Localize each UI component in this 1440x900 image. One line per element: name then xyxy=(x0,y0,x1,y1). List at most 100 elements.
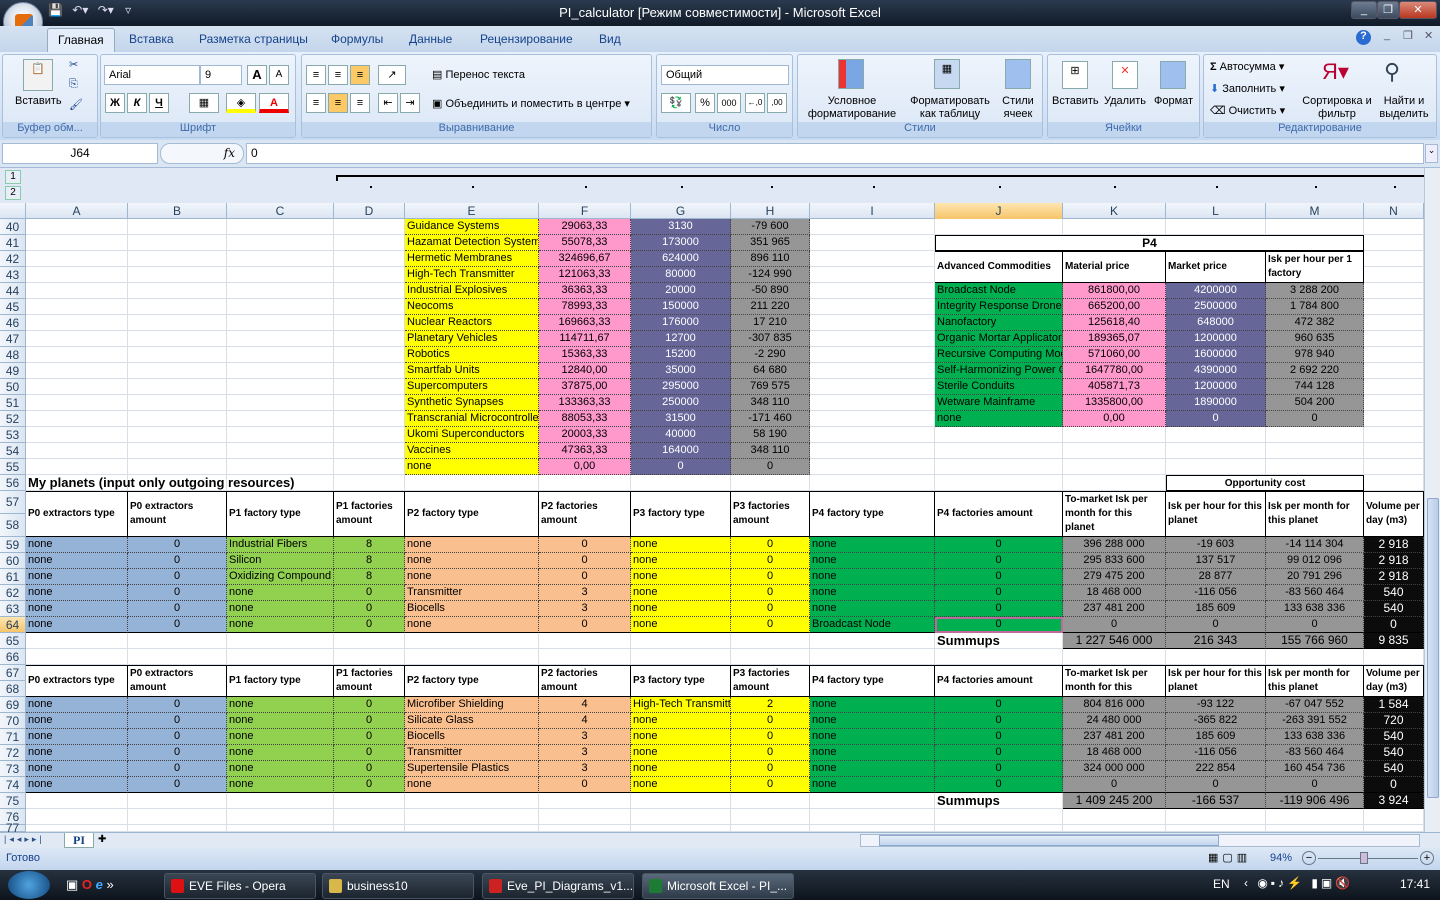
planet-header[interactable]: P3 factories amount xyxy=(731,491,810,537)
grid-cell[interactable] xyxy=(810,299,935,315)
grid-cell[interactable] xyxy=(227,283,334,299)
p4-header[interactable]: Material price xyxy=(1063,251,1166,283)
font-color-icon[interactable]: A xyxy=(259,93,289,113)
decrease-indent-icon[interactable]: ⇤ xyxy=(378,93,398,113)
top-table-cell[interactable]: -50 890 xyxy=(731,283,810,299)
font-name-select[interactable]: Arial xyxy=(104,65,200,85)
planet-cell[interactable]: 0 xyxy=(1364,617,1424,633)
grid-cell[interactable] xyxy=(334,331,405,347)
top-table-cell[interactable]: Synthetic Synapses xyxy=(405,395,539,411)
planet-header[interactable]: P0 extractors type xyxy=(26,665,128,697)
tab-data[interactable]: Данные xyxy=(409,32,452,46)
planet-cell[interactable]: 2 xyxy=(731,697,810,713)
planet-cell[interactable]: 0 xyxy=(334,617,405,633)
planet-cell[interactable]: 0 xyxy=(731,553,810,569)
grid-cell[interactable] xyxy=(539,633,631,649)
p4-cell[interactable]: 1200000 xyxy=(1166,331,1266,347)
planet-cell[interactable]: 0 xyxy=(334,761,405,777)
grid-cell[interactable] xyxy=(227,331,334,347)
planet-header[interactable]: P2 factory type xyxy=(405,665,539,697)
p4-cell[interactable]: 1647780,00 xyxy=(1063,363,1166,379)
row-header-57[interactable]: 57 xyxy=(0,491,26,514)
close-button[interactable]: ✕ xyxy=(1399,1,1437,19)
grid-cell[interactable] xyxy=(334,649,405,665)
zoom-slider[interactable] xyxy=(1318,858,1418,859)
grid-cell[interactable] xyxy=(1364,427,1424,443)
grid-cell[interactable] xyxy=(227,379,334,395)
grid-cell[interactable] xyxy=(334,219,405,235)
grid-cell[interactable] xyxy=(26,459,128,475)
planet-cell[interactable]: 0 xyxy=(935,745,1063,761)
column-header-h[interactable]: H xyxy=(731,203,810,219)
grid-cell[interactable] xyxy=(810,809,935,825)
p4-cell[interactable]: none xyxy=(935,411,1063,427)
grid-cell[interactable] xyxy=(26,347,128,363)
summups-value[interactable]: -166 537 xyxy=(1166,793,1266,809)
planet-header[interactable]: P1 factory type xyxy=(227,665,334,697)
planet-header[interactable]: P0 extractors amount xyxy=(128,665,227,697)
p4-cell[interactable]: 978 940 xyxy=(1266,347,1364,363)
p4-cell[interactable]: 472 382 xyxy=(1266,315,1364,331)
planet-cell[interactable]: 137 517 xyxy=(1166,553,1266,569)
planet-cell[interactable]: none xyxy=(631,617,731,633)
top-table-cell[interactable]: -171 460 xyxy=(731,411,810,427)
planet-cell[interactable]: 4 xyxy=(539,697,631,713)
grid-cell[interactable] xyxy=(935,219,1063,235)
row-header-64[interactable]: 64 xyxy=(0,617,26,633)
grid-cell[interactable] xyxy=(810,793,935,809)
currency-icon[interactable]: 💱 xyxy=(661,93,691,113)
grid-cell[interactable] xyxy=(26,283,128,299)
planet-cell[interactable]: 540 xyxy=(1364,601,1424,617)
planet-cell[interactable]: 18 468 000 xyxy=(1063,585,1166,601)
grid-cell[interactable] xyxy=(405,809,539,825)
top-table-cell[interactable]: none xyxy=(405,459,539,475)
grid-cell[interactable] xyxy=(1063,443,1166,459)
planet-cell[interactable]: none xyxy=(810,761,935,777)
planet-header[interactable]: Isk per hour for this planet xyxy=(1166,491,1266,537)
grid-cell[interactable] xyxy=(810,633,935,649)
planet-cell[interactable]: -14 114 304 xyxy=(1266,537,1364,553)
p4-cell[interactable]: 861800,00 xyxy=(1063,283,1166,299)
taskbar-item-excel[interactable]: Microsoft Excel - PI_... xyxy=(642,873,794,899)
view-buttons[interactable]: ▦▢▥ xyxy=(1208,851,1258,867)
align-left-icon[interactable]: ≡ xyxy=(306,93,326,113)
grid-cell[interactable] xyxy=(26,267,128,283)
planet-cell[interactable]: 0 xyxy=(731,761,810,777)
planets-title[interactable]: My planets (input only outgoing resource… xyxy=(26,475,539,491)
column-header-a[interactable]: A xyxy=(26,203,128,219)
fill-button[interactable]: ⬇ Заполнить ▾ xyxy=(1210,82,1285,95)
p4-cell[interactable]: 189365,07 xyxy=(1063,331,1166,347)
planet-cell[interactable]: 0 xyxy=(128,569,227,585)
conditional-formatting-button[interactable]: Условное форматирование xyxy=(802,95,902,121)
grid-cell[interactable] xyxy=(128,347,227,363)
summups-value[interactable]: 1 409 245 200 xyxy=(1063,793,1166,809)
top-table-cell[interactable]: 0 xyxy=(631,459,731,475)
ribbon-restore-icon[interactable]: ❐ xyxy=(1403,29,1413,42)
grid-cell[interactable] xyxy=(26,363,128,379)
p4-cell[interactable]: Integrity Response Drones xyxy=(935,299,1063,315)
grid-cell[interactable] xyxy=(1063,649,1166,665)
summups-value[interactable]: -119 906 496 xyxy=(1266,793,1364,809)
planet-cell[interactable]: 8 xyxy=(334,537,405,553)
row-header-58[interactable]: 58 xyxy=(0,514,26,537)
planet-cell[interactable]: 0 xyxy=(935,713,1063,729)
column-header-m[interactable]: M xyxy=(1266,203,1364,219)
grid-cell[interactable] xyxy=(26,235,128,251)
planet-cell[interactable]: none xyxy=(227,761,334,777)
planet-cell[interactable]: none xyxy=(631,601,731,617)
grid-cell[interactable] xyxy=(731,633,810,649)
planet-cell[interactable]: 0 xyxy=(334,745,405,761)
row-header-46[interactable]: 46 xyxy=(0,315,26,331)
planet-cell[interactable]: none xyxy=(227,601,334,617)
planet-cell[interactable]: Supertensile Plastics xyxy=(405,761,539,777)
grid-cell[interactable] xyxy=(1063,475,1166,491)
p4-cell[interactable]: 1600000 xyxy=(1166,347,1266,363)
column-header-d[interactable]: D xyxy=(334,203,405,219)
top-table-cell[interactable]: 121063,33 xyxy=(539,267,631,283)
planet-cell[interactable]: 540 xyxy=(1364,761,1424,777)
planet-cell[interactable]: Microfiber Shielding xyxy=(405,697,539,713)
grid-cell[interactable] xyxy=(128,219,227,235)
grid-cell[interactable] xyxy=(128,267,227,283)
planet-cell[interactable]: none xyxy=(227,777,334,793)
summups-value[interactable]: 9 835 xyxy=(1364,633,1424,649)
